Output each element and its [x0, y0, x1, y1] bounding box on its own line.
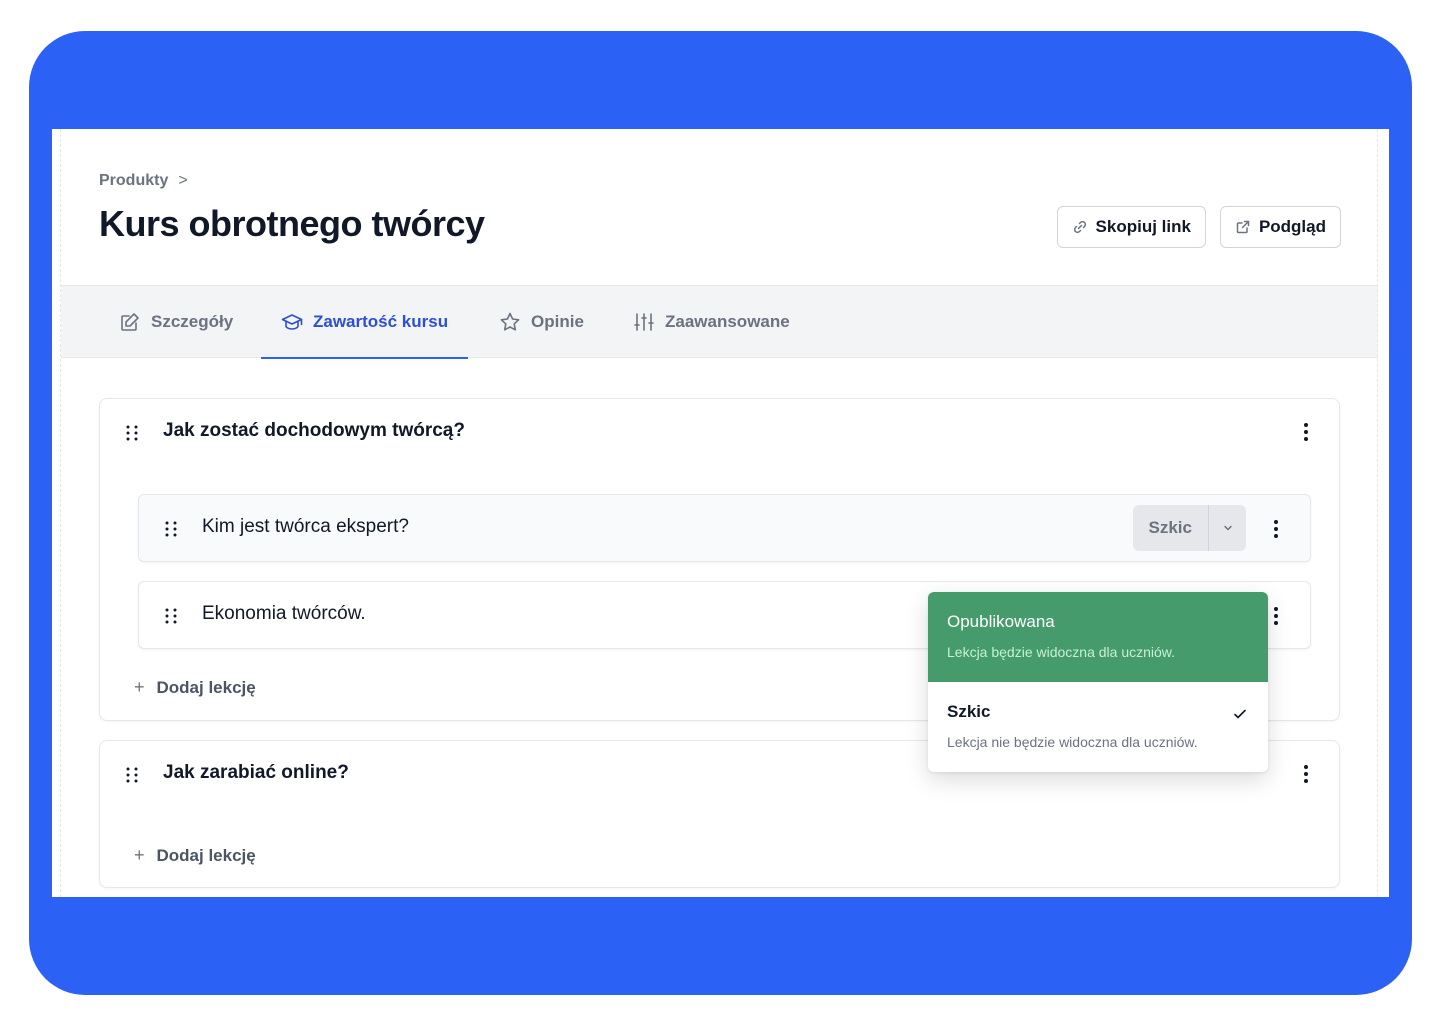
page-title: Kurs obrotnego twórcy	[99, 203, 485, 244]
add-lesson-button[interactable]: + Dodaj lekcję	[134, 677, 256, 698]
status-select[interactable]: Szkic	[1132, 505, 1246, 551]
drag-handle-icon[interactable]	[164, 606, 178, 626]
tab-zaawansowane[interactable]: Zaawansowane	[633, 286, 790, 358]
header-actions: Skopiuj link Podgląd	[1056, 206, 1341, 248]
tabs-bar: Szczegóły Zawartość kursu Opinie Zaawans…	[61, 285, 1378, 359]
graduation-cap-icon	[281, 314, 303, 330]
status-caret[interactable]	[1208, 505, 1246, 551]
copy-link-label: Skopiuj link	[1095, 217, 1191, 236]
plus-icon: +	[134, 677, 145, 697]
app-window: Produkty > Kurs obrotnego twórcy Skopiuj…	[52, 129, 1389, 897]
more-vertical-icon[interactable]	[1296, 421, 1316, 443]
link-icon	[1073, 220, 1086, 234]
star-icon	[500, 312, 520, 331]
option-description: Lekcja nie będzie widoczna dla uczniów.	[947, 734, 1198, 750]
add-lesson-label: Dodaj lekcję	[156, 845, 256, 865]
preview-label: Podgląd	[1258, 217, 1326, 236]
status-option-draft[interactable]: Szkic Lekcja nie będzie widoczna dla ucz…	[928, 682, 1268, 772]
tab-label: Zaawansowane	[665, 312, 790, 331]
status-value[interactable]: Szkic	[1133, 505, 1208, 551]
add-lesson-label: Dodaj lekcję	[156, 677, 256, 697]
more-vertical-icon[interactable]	[1266, 518, 1286, 540]
drag-handle-icon[interactable]	[125, 765, 139, 785]
edit-square-icon	[121, 313, 139, 331]
plus-icon: +	[134, 845, 145, 865]
tab-label: Opinie	[531, 312, 584, 331]
option-title: Szkic	[947, 702, 991, 721]
drag-handle-icon[interactable]	[125, 423, 139, 443]
more-vertical-icon[interactable]	[1296, 763, 1316, 785]
tab-szczegoly[interactable]: Szczegóły	[119, 286, 233, 358]
more-vertical-icon[interactable]	[1266, 605, 1286, 627]
chevron-right-icon: >	[178, 172, 188, 189]
preview-button[interactable]: Podgląd	[1219, 206, 1341, 248]
sliders-icon	[634, 313, 654, 331]
drag-handle-icon[interactable]	[164, 519, 178, 539]
section-title: Jak zostać dochodowym twórcą?	[163, 420, 465, 441]
lesson-title: Ekonomia twórców.	[202, 603, 366, 624]
status-option-published[interactable]: Opublikowana Lekcja będzie widoczna dla …	[928, 592, 1268, 682]
add-lesson-button[interactable]: + Dodaj lekcję	[134, 845, 256, 866]
tab-label: Szczegóły	[151, 312, 234, 331]
tab-label: Zawartość kursu	[313, 312, 449, 331]
chevron-down-icon	[1223, 525, 1232, 531]
section-header: Jak zostać dochodowym twórcą?	[100, 399, 1339, 463]
external-link-icon	[1236, 220, 1250, 234]
option-description: Lekcja będzie widoczna dla uczniów.	[947, 644, 1176, 660]
breadcrumb: Produkty >	[99, 172, 188, 190]
tab-zawartosc-kursu[interactable]: Zawartość kursu	[260, 286, 469, 359]
option-title: Opublikowana	[947, 612, 1055, 631]
check-icon	[1234, 709, 1246, 719]
breadcrumb-item-produkty[interactable]: Produkty	[99, 172, 168, 190]
copy-link-button[interactable]: Skopiuj link	[1056, 206, 1206, 248]
status-dropdown: Opublikowana Lekcja będzie widoczna dla …	[928, 592, 1268, 772]
lesson-row[interactable]: Kim jest twórca ekspert? Szkic	[138, 494, 1311, 562]
section-title: Jak zarabiać online?	[163, 762, 349, 783]
screenshot-frame: Produkty > Kurs obrotnego twórcy Skopiuj…	[29, 31, 1412, 995]
lesson-title: Kim jest twórca ekspert?	[202, 516, 409, 537]
tab-opinie[interactable]: Opinie	[499, 286, 584, 358]
